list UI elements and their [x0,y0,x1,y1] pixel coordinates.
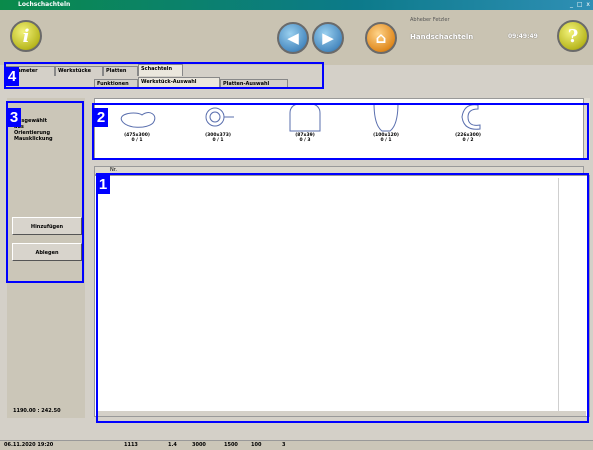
annotation-label-3: 3 [7,108,21,127]
home-button[interactable]: ⌂ [365,22,397,54]
help-button[interactable]: ? [557,20,589,52]
annotation-box-2 [92,103,589,160]
annotation-box-4 [4,62,324,89]
info-button[interactable]: i [10,20,42,52]
arrow-right-icon: ▶ [322,29,334,47]
window-title: Lochschachteln [18,1,71,8]
status-datetime: 06.11.2020 19:20 [4,442,54,448]
annotation-label-4: 4 [5,67,19,86]
clock: 09:49:49 [508,33,538,40]
status-value: 1.4 [168,442,177,448]
arrow-left-icon: ◀ [287,29,299,47]
help-icon: ? [567,25,579,47]
user-name: Abheber Fetzler [410,17,450,23]
annotation-label-2: 2 [94,108,108,127]
module-name: Handschachteln [410,33,474,41]
status-value: 3 [282,442,286,448]
cursor-coordinates: 1190.00 : 242.50 [13,408,61,414]
status-value: 100 [251,442,262,448]
annotation-label-1: 1 [96,175,110,194]
status-value: 3000 [192,442,206,448]
title-bar [0,0,593,10]
status-bar [0,440,593,450]
info-icon: i [22,25,30,47]
annotation-box-1 [96,173,589,423]
back-button[interactable]: ◀ [277,22,309,54]
forward-button[interactable]: ▶ [312,22,344,54]
annotation-box-3 [6,101,84,283]
home-icon: ⌂ [375,29,387,47]
status-value: 1113 [124,442,138,448]
window-controls[interactable]: _ □ x [570,1,591,8]
status-value: 1500 [224,442,238,448]
